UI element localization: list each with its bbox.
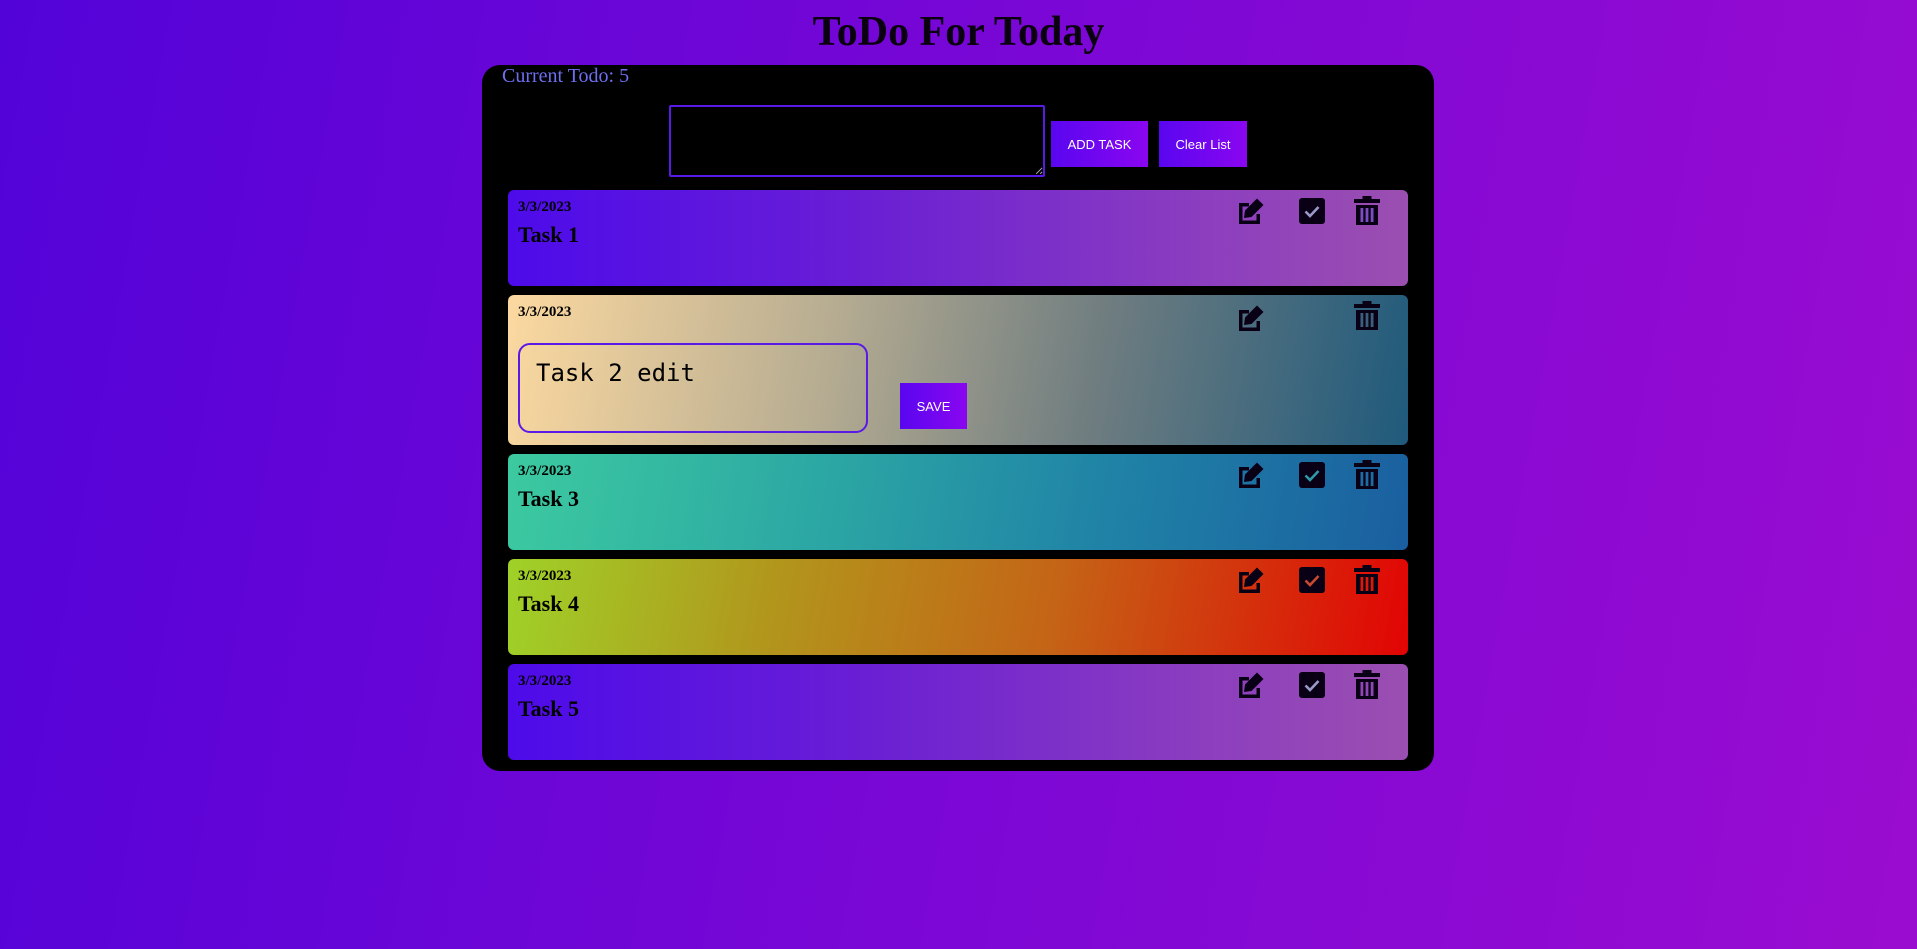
- task-date: 3/3/2023: [518, 199, 572, 215]
- todo-counter: Current Todo: 5: [502, 65, 630, 87]
- check-square-icon[interactable]: [1295, 458, 1329, 492]
- task-name: Task 1: [518, 222, 579, 247]
- clear-list-button[interactable]: Clear List: [1159, 121, 1247, 167]
- task-card: 3/3/2023 Task 5: [508, 664, 1408, 760]
- new-task-input[interactable]: [669, 105, 1045, 177]
- task-date: 3/3/2023: [518, 304, 572, 320]
- trash-icon[interactable]: [1350, 668, 1384, 702]
- edit-icon[interactable]: [1234, 301, 1268, 335]
- task-edit-input[interactable]: Task 2 edit: [518, 343, 868, 433]
- trash-icon[interactable]: [1350, 563, 1384, 597]
- task-date: 3/3/2023: [518, 673, 572, 689]
- task-card: 3/3/2023 Task 3: [508, 454, 1408, 550]
- check-square-icon[interactable]: [1295, 194, 1329, 228]
- trash-icon[interactable]: [1350, 458, 1384, 492]
- task-card: 3/3/2023 Task 4: [508, 559, 1408, 655]
- edit-icon[interactable]: [1234, 563, 1268, 597]
- task-date: 3/3/2023: [518, 463, 572, 479]
- trash-icon[interactable]: [1350, 194, 1384, 228]
- todo-panel: Current Todo: 5 ADD TASK Clear List 3/3/…: [482, 65, 1434, 771]
- save-button[interactable]: SAVE: [900, 383, 967, 429]
- edit-icon[interactable]: [1234, 668, 1268, 702]
- trash-icon[interactable]: [1350, 299, 1384, 333]
- task-card: 3/3/2023 Task 1: [508, 190, 1408, 286]
- add-task-button[interactable]: ADD TASK: [1051, 121, 1148, 167]
- page-title: ToDo For Today: [812, 9, 1105, 55]
- task-card-editing: 3/3/2023 Task 2 edit SAVE: [508, 295, 1408, 445]
- task-name: Task 4: [518, 591, 579, 616]
- task-name: Task 3: [518, 486, 579, 511]
- edit-icon[interactable]: [1234, 194, 1268, 228]
- edit-icon[interactable]: [1234, 458, 1268, 492]
- task-date: 3/3/2023: [518, 568, 572, 584]
- check-square-icon[interactable]: [1295, 563, 1329, 597]
- check-square-icon[interactable]: [1295, 668, 1329, 702]
- task-name: Task 5: [518, 696, 579, 721]
